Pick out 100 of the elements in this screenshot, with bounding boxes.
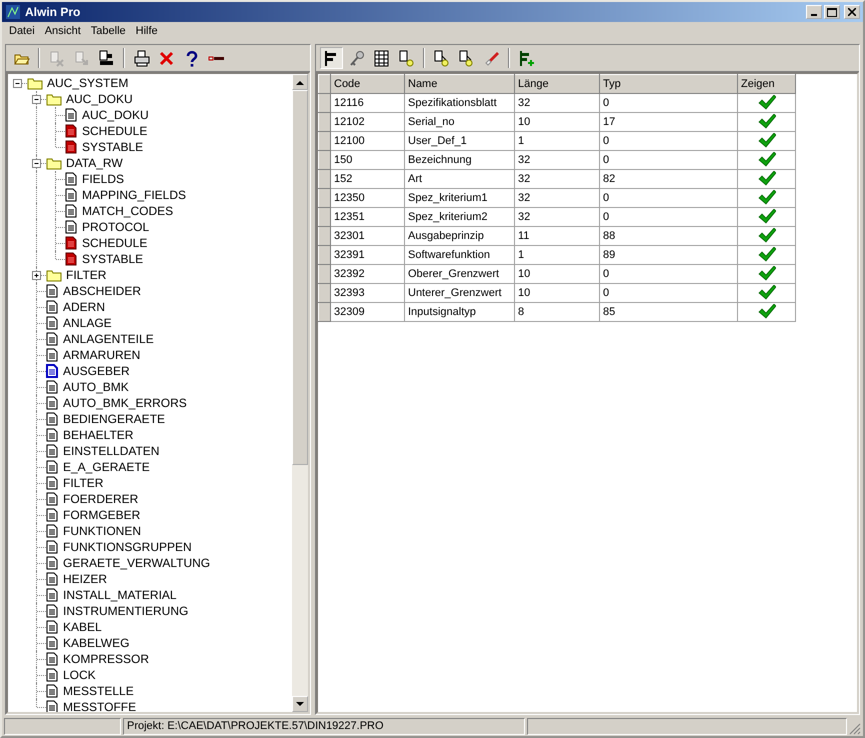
row-header[interactable] xyxy=(318,284,330,302)
collapse-icon[interactable] xyxy=(32,95,41,104)
column-header[interactable]: Name xyxy=(404,74,514,94)
row-header[interactable] xyxy=(318,94,330,112)
tree-item[interactable]: ADERN xyxy=(63,300,106,314)
column-header[interactable]: Code xyxy=(330,74,404,94)
tree-item[interactable]: AUTO_BMK_ERRORS xyxy=(63,396,187,410)
table-key-icon[interactable] xyxy=(433,50,450,66)
tree-item[interactable]: SYSTABLE xyxy=(82,140,144,154)
check-icon[interactable] xyxy=(758,190,776,206)
eraser-icon[interactable] xyxy=(483,50,500,66)
tree-item[interactable]: KABEL xyxy=(63,620,102,634)
tree-item[interactable]: PROTOCOL xyxy=(82,220,150,234)
key-icon[interactable] xyxy=(348,50,365,66)
table-key-icon[interactable] xyxy=(458,50,475,66)
row-header[interactable] xyxy=(318,246,330,264)
menu-item[interactable]: Hilfe xyxy=(130,23,163,40)
app-icon xyxy=(5,4,21,20)
check-icon[interactable] xyxy=(758,266,776,282)
tree-item[interactable]: AUC_DOKU xyxy=(82,108,149,122)
row-header[interactable] xyxy=(318,302,330,322)
collapse-icon[interactable] xyxy=(32,159,41,168)
columns-icon[interactable] xyxy=(373,50,390,66)
check-icon[interactable] xyxy=(758,209,776,224)
check-icon[interactable] xyxy=(758,304,776,320)
tree-item[interactable]: MESSTELLE xyxy=(63,684,134,698)
check-icon[interactable] xyxy=(758,171,776,186)
tree-item[interactable]: FORMGEBER xyxy=(63,508,140,522)
tree-item[interactable]: BEHAELTER xyxy=(63,428,134,442)
row-header[interactable] xyxy=(318,188,330,208)
row-header[interactable] xyxy=(318,208,330,226)
tree-item[interactable]: FIELDS xyxy=(82,172,124,186)
tree-item[interactable]: SCHEDULE xyxy=(82,236,148,250)
row-header[interactable] xyxy=(318,226,330,246)
close-button[interactable] xyxy=(844,5,860,19)
maximize-button[interactable] xyxy=(824,5,840,19)
tree-item[interactable]: HEIZER xyxy=(63,572,108,586)
tree-item[interactable]: AUTO_BMK xyxy=(63,380,129,394)
tree-item[interactable]: AUC_SYSTEM xyxy=(47,76,128,90)
tree-item[interactable]: ANLAGENTEILE xyxy=(63,332,154,346)
minimize-button[interactable] xyxy=(806,5,822,19)
tree-item[interactable]: EINSTELLDATEN xyxy=(63,444,160,458)
row-header[interactable] xyxy=(318,264,330,284)
tree-item[interactable]: KABELWEG xyxy=(63,636,130,650)
expand-icon[interactable] xyxy=(32,271,41,280)
collapse-icon[interactable] xyxy=(13,79,22,88)
tree-item[interactable]: KOMPRESSOR xyxy=(63,652,150,666)
tree-item[interactable]: FUNKTIONSGRUPPEN xyxy=(63,540,192,554)
tree-item[interactable]: SCHEDULE xyxy=(82,124,148,138)
scroll-up-button[interactable] xyxy=(292,74,308,90)
tree-item[interactable]: INSTRUMENTIERUNG xyxy=(63,604,188,618)
check-icon[interactable] xyxy=(758,247,776,262)
tree-item[interactable]: FUNKTIONEN xyxy=(63,524,141,538)
tree-item[interactable]: AUSGEBER xyxy=(63,364,130,378)
row-header[interactable] xyxy=(318,150,330,170)
table-key-icon[interactable] xyxy=(398,50,415,66)
menu-item[interactable]: Ansicht xyxy=(40,23,86,40)
tree-item[interactable]: AUC_DOKU xyxy=(66,92,133,106)
check-icon[interactable] xyxy=(758,228,776,244)
check-icon[interactable] xyxy=(758,152,776,168)
tree-item[interactable]: FILTER xyxy=(63,476,104,490)
row-header[interactable] xyxy=(318,112,330,132)
table-cell: 32 xyxy=(514,94,600,112)
project-path: Projekt: E:\CAE\DAT\PROJEKTE.57\DIN19227.PRO xyxy=(123,718,525,735)
table-cell: 32 xyxy=(514,208,600,226)
tree-item[interactable]: LOCK xyxy=(63,668,96,682)
check-icon[interactable] xyxy=(758,285,776,300)
tree-item[interactable]: GERAETE_VERWALTUNG xyxy=(63,556,210,570)
table-export-icon[interactable] xyxy=(98,50,115,66)
table-cell: 152 xyxy=(330,170,404,188)
tree-item[interactable]: ARMARUREN xyxy=(63,348,140,362)
tree-item[interactable]: SYSTABLE xyxy=(82,252,144,266)
printer-icon[interactable] xyxy=(133,50,150,66)
tree-item[interactable]: E_A_GERAETE xyxy=(63,460,150,474)
menu-item[interactable]: Datei xyxy=(4,23,40,40)
scroll-down-button[interactable] xyxy=(292,696,308,712)
scrollbar-thumb[interactable] xyxy=(292,90,308,465)
check-icon[interactable] xyxy=(758,114,776,130)
table-cell: 32 xyxy=(514,170,600,188)
tree-item[interactable]: BEDIENGERAETE xyxy=(63,412,166,426)
column-header[interactable]: Länge xyxy=(514,74,600,94)
row-header[interactable] xyxy=(318,132,330,150)
table-add-icon[interactable] xyxy=(518,50,535,66)
row-header[interactable] xyxy=(318,170,330,188)
menu-item[interactable]: Tabelle xyxy=(86,23,131,40)
tree-item[interactable]: INSTALL_MATERIAL xyxy=(63,588,177,602)
tree-item[interactable]: FOERDERER xyxy=(63,492,138,506)
tree-item[interactable]: MATCH_CODES xyxy=(82,204,174,218)
tree-item[interactable]: MESSTOFFE xyxy=(63,700,136,712)
tree-item[interactable]: DATA_RW xyxy=(66,156,123,170)
tree-item[interactable]: FILTER xyxy=(66,268,106,282)
column-header[interactable]: Zeigen xyxy=(738,74,796,94)
tree-item[interactable]: ANLAGE xyxy=(63,316,112,330)
check-icon[interactable] xyxy=(758,133,776,148)
delete-icon[interactable] xyxy=(158,50,175,66)
row-header[interactable] xyxy=(318,74,330,94)
tree-item[interactable]: ABSCHEIDER xyxy=(63,284,142,298)
close-icon xyxy=(848,8,856,16)
column-header[interactable]: Typ xyxy=(600,74,738,94)
tree-item[interactable]: MAPPING_FIELDS xyxy=(82,188,186,202)
